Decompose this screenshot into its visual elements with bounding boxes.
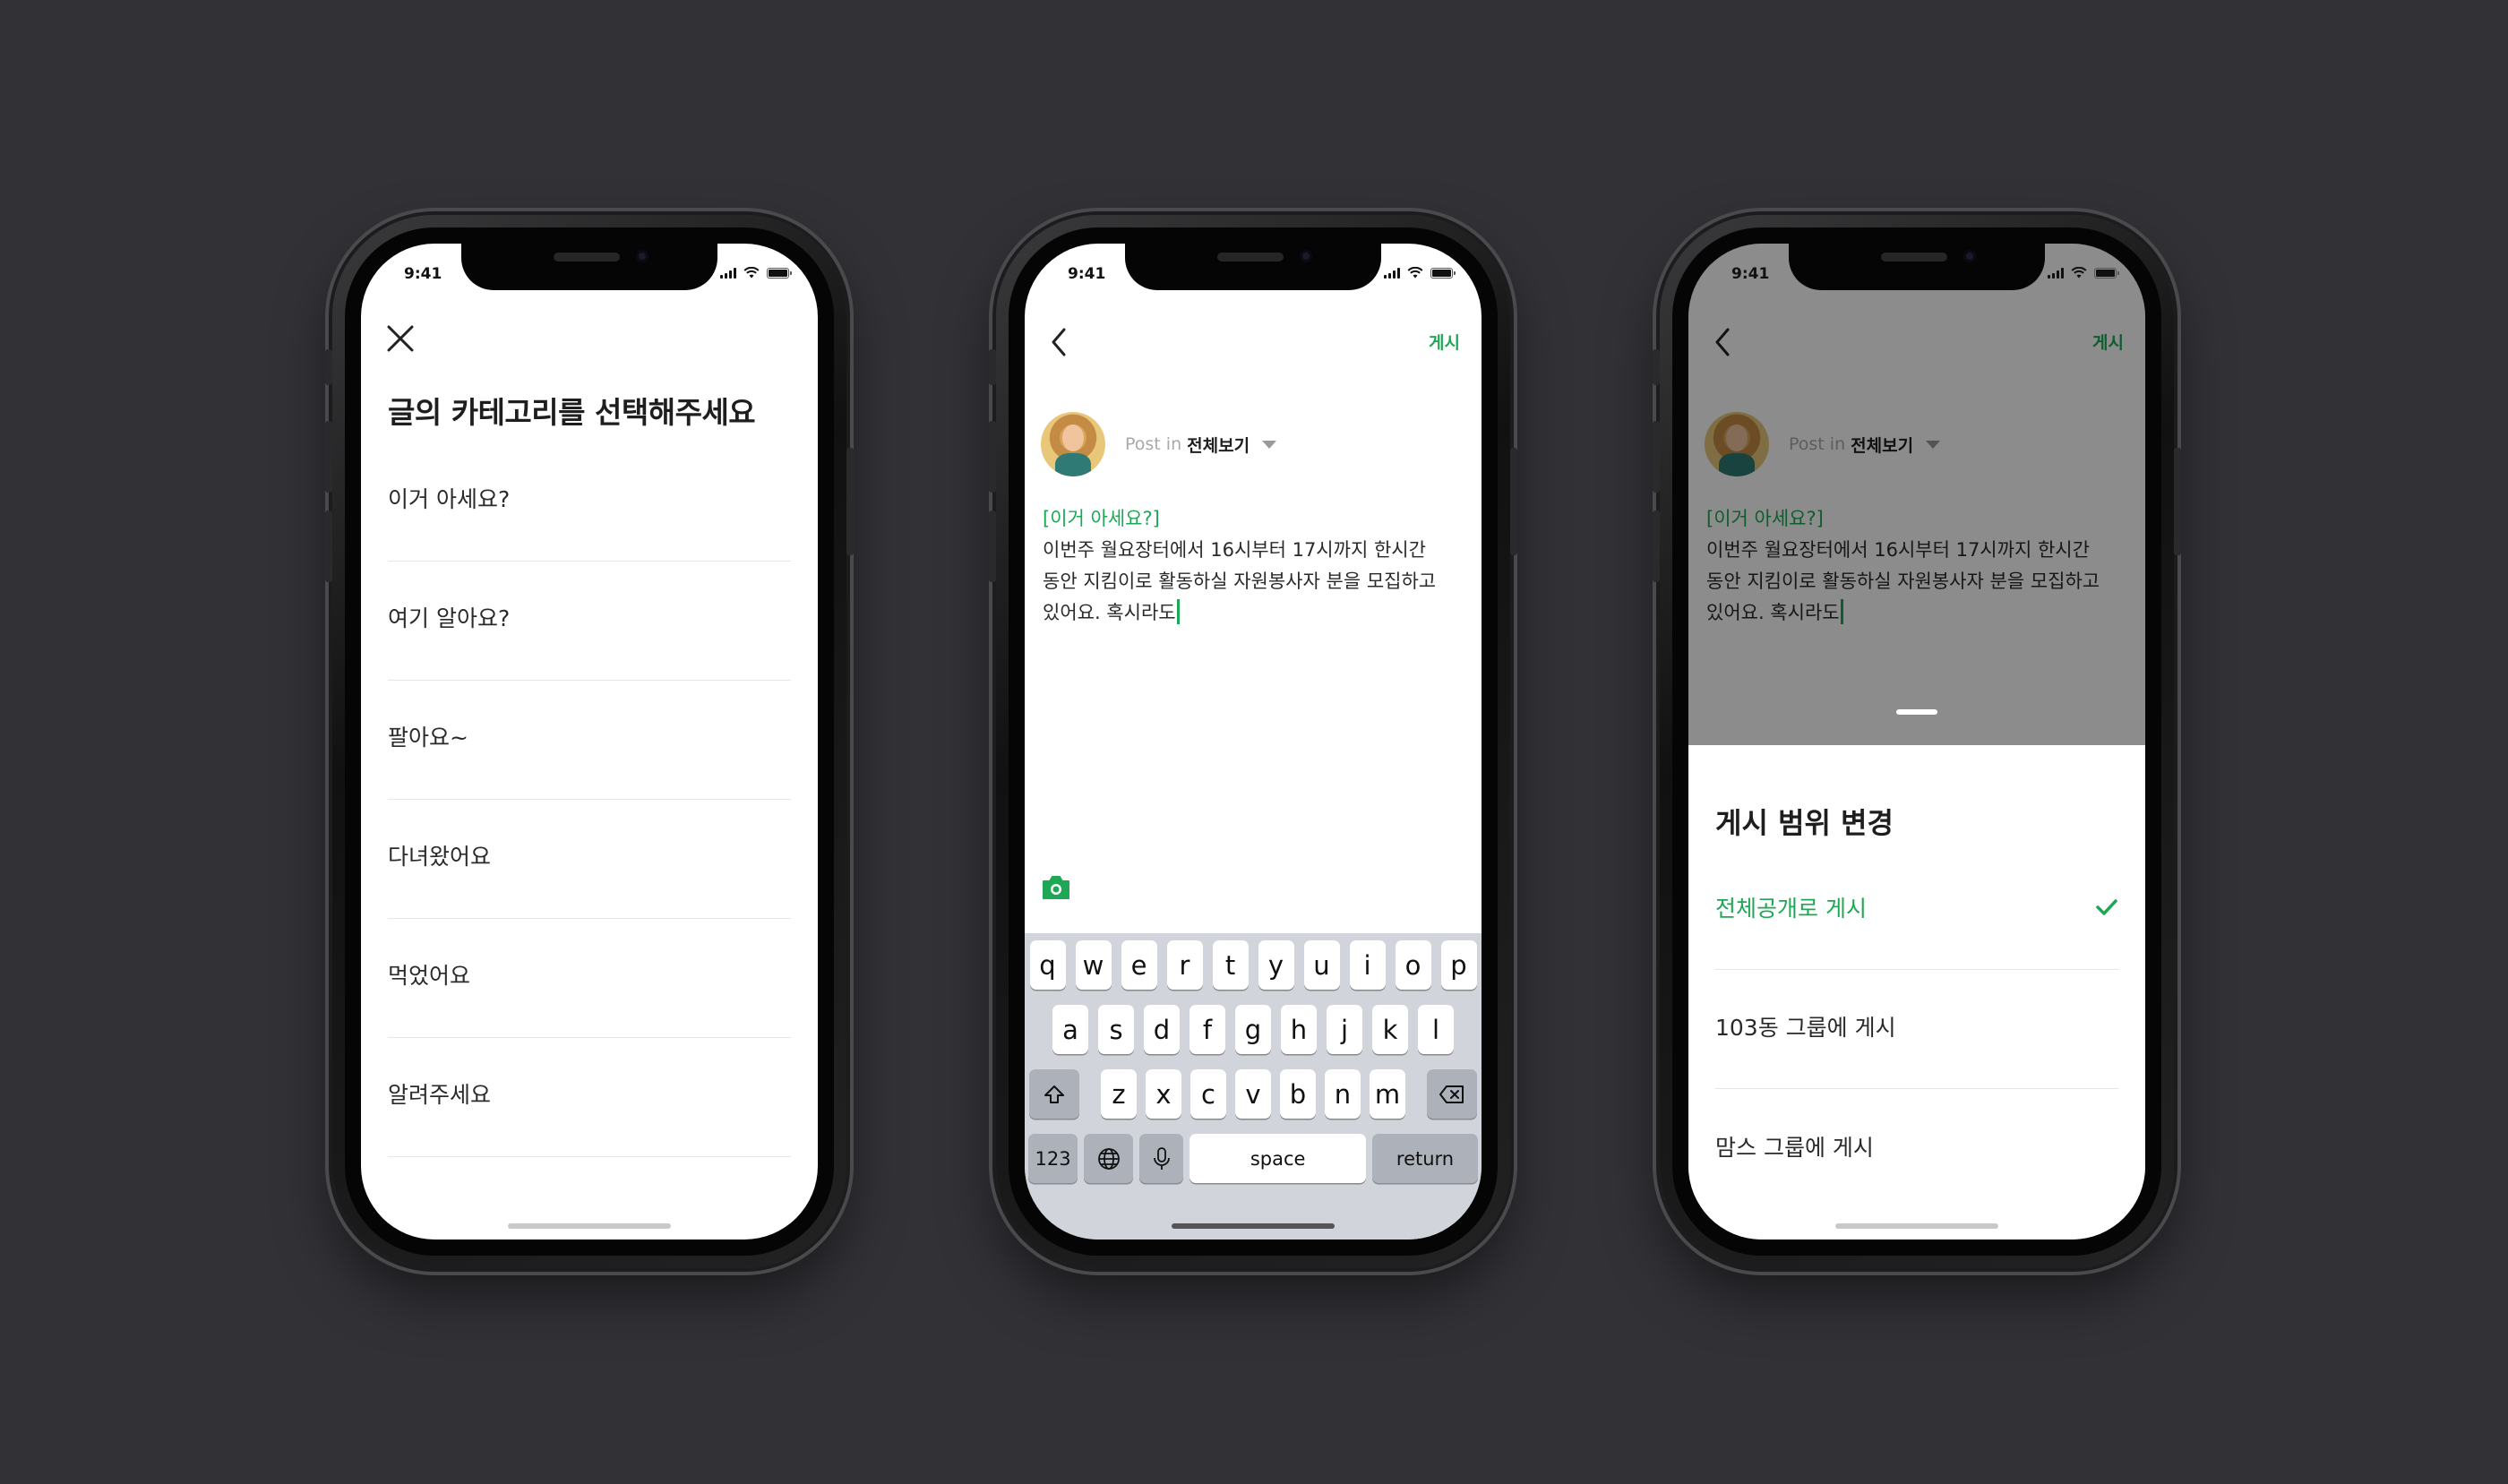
return-key[interactable]: return [1372,1134,1479,1183]
battery-icon [1430,267,1456,279]
key-r[interactable]: r [1166,940,1203,990]
key-x[interactable]: x [1146,1069,1181,1119]
key-b[interactable]: b [1280,1069,1316,1119]
camera-icon[interactable] [1041,874,1071,901]
numbers-key[interactable]: 123 [1027,1134,1078,1183]
home-indicator[interactable] [508,1223,671,1229]
key-o[interactable]: o [1395,940,1431,990]
key-a[interactable]: a [1052,1005,1088,1054]
signal-icon [720,267,736,279]
home-indicator[interactable] [1835,1223,1998,1229]
screen: 9:41 게시 Post in 전체보기 [이거 아세요?] 이번주 월요장터에… [1025,244,1482,1240]
globe-icon [1097,1147,1120,1170]
post-line: 동안 지킴이로 활동하실 자원봉사자 분을 모집하고 [1043,570,1437,592]
battery-icon [767,267,792,279]
key-g[interactable]: g [1235,1005,1271,1054]
key-t[interactable]: t [1212,940,1249,990]
phone-category: 9:41 글의 카테고리를 선택해주세요 이거 아세요? 여기 알아요? 팔아요… [325,215,854,1268]
scope-option-moms-group[interactable]: 맘스 그룹에 게시 [1715,1089,2118,1208]
key-i[interactable]: i [1349,940,1386,990]
dictation-key[interactable] [1139,1134,1184,1183]
key-l[interactable]: l [1418,1005,1454,1054]
category-list: 이거 아세요? 여기 알아요? 팔아요~ 다녀왔어요 먹었어요 알려주세요 [388,442,791,1157]
home-indicator[interactable] [1172,1223,1335,1229]
delete-key[interactable] [1427,1069,1477,1119]
key-p[interactable]: p [1440,940,1477,990]
status-time: 9:41 [404,265,442,283]
microphone-icon [1153,1146,1170,1170]
category-item[interactable]: 이거 아세요? [388,442,791,562]
scope-option-103-group[interactable]: 103동 그룹에 게시 [1715,970,2118,1089]
key-m[interactable]: m [1370,1069,1405,1119]
category-item[interactable]: 다녀왔어요 [388,800,791,919]
wifi-icon [743,267,760,279]
shift-icon [1044,1085,1064,1103]
post-line: 있어요. 혹시라도 [1043,602,1176,623]
key-n[interactable]: n [1325,1069,1361,1119]
key-s[interactable]: s [1098,1005,1134,1054]
text-cursor [1176,599,1180,624]
key-k[interactable]: k [1372,1005,1408,1054]
scope-option-public[interactable]: 전체공개로 게시 [1715,851,2118,970]
back-icon[interactable] [1046,324,1071,360]
wifi-icon [2071,267,2087,279]
dim-overlay[interactable] [1688,244,2145,745]
post-in-label: Post in [1125,434,1182,454]
checkmark-icon [2096,899,2117,915]
battery-icon [2094,267,2119,279]
close-icon[interactable] [384,322,417,355]
key-y[interactable]: y [1258,940,1294,990]
notch [461,244,717,290]
key-d[interactable]: d [1144,1005,1180,1054]
scope-option-label: 맘스 그룹에 게시 [1715,1134,1874,1161]
wifi-icon [1407,267,1423,279]
key-j[interactable]: j [1327,1005,1362,1054]
keyboard: q w e r t y u i o p a s d f g h j k l z … [1025,933,1482,1240]
category-item[interactable]: 여기 알아요? [388,562,791,681]
space-key[interactable]: space [1190,1134,1366,1183]
scope-option-label: 전체공개로 게시 [1715,896,1867,922]
post-category-tag: [이거 아세요?] [1043,508,1160,529]
category-item[interactable]: 팔아요~ [388,681,791,800]
post-button[interactable]: 게시 [1429,330,1460,354]
avatar [1041,412,1105,476]
category-item[interactable]: 먹었어요 [388,919,791,1038]
signal-icon [2048,267,2064,279]
scope-option-list: 전체공개로 게시 103동 그룹에 게시 맘스 그룹에 게시 [1715,851,2118,1208]
key-u[interactable]: u [1303,940,1340,990]
category-item[interactable]: 알려주세요 [388,1038,791,1157]
key-f[interactable]: f [1190,1005,1225,1054]
page-title: 글의 카테고리를 선택해주세요 [388,395,756,430]
key-z[interactable]: z [1101,1069,1137,1119]
globe-key[interactable] [1084,1134,1134,1183]
phone-compose: 9:41 게시 Post in 전체보기 [이거 아세요?] 이번주 월요장터에… [989,215,1517,1268]
sheet-title: 게시 범위 변경 [1715,806,1894,840]
author-row: Post in 전체보기 [1041,412,1277,476]
signal-icon [1384,267,1400,279]
notch [1125,244,1381,290]
key-h[interactable]: h [1281,1005,1317,1054]
post-text-area[interactable]: [이거 아세요?] 이번주 월요장터에서 16시부터 17시까지 한시간 동안 … [1043,503,1464,629]
bottom-sheet: 게시 범위 변경 전체공개로 게시 103동 그룹에 게시 맘스 그룹에 게시 [1688,745,2145,1240]
key-v[interactable]: v [1235,1069,1271,1119]
key-q[interactable]: q [1029,940,1066,990]
board-selector[interactable]: 전체보기 [1187,433,1250,457]
status-time: 9:41 [1731,265,1770,283]
backspace-icon [1439,1085,1464,1103]
phone-scope-sheet: 9:41 게시 Post in 전체보기 [이거 아세요?] 이번주 월요장터에… [1653,215,2181,1268]
screen: 9:41 게시 Post in 전체보기 [이거 아세요?] 이번주 월요장터에… [1688,244,2145,1240]
scope-option-label: 103동 그룹에 게시 [1715,1015,1896,1041]
post-line: 이번주 월요장터에서 16시부터 17시까지 한시간 [1043,539,1426,561]
key-e[interactable]: e [1121,940,1157,990]
notch [1789,244,2045,290]
chevron-down-icon[interactable] [1262,440,1277,449]
key-w[interactable]: w [1075,940,1112,990]
status-time: 9:41 [1068,265,1106,283]
shift-key[interactable] [1029,1069,1079,1119]
screen: 9:41 글의 카테고리를 선택해주세요 이거 아세요? 여기 알아요? 팔아요… [361,244,818,1240]
key-c[interactable]: c [1190,1069,1226,1119]
sheet-drag-handle[interactable] [1896,709,1937,715]
